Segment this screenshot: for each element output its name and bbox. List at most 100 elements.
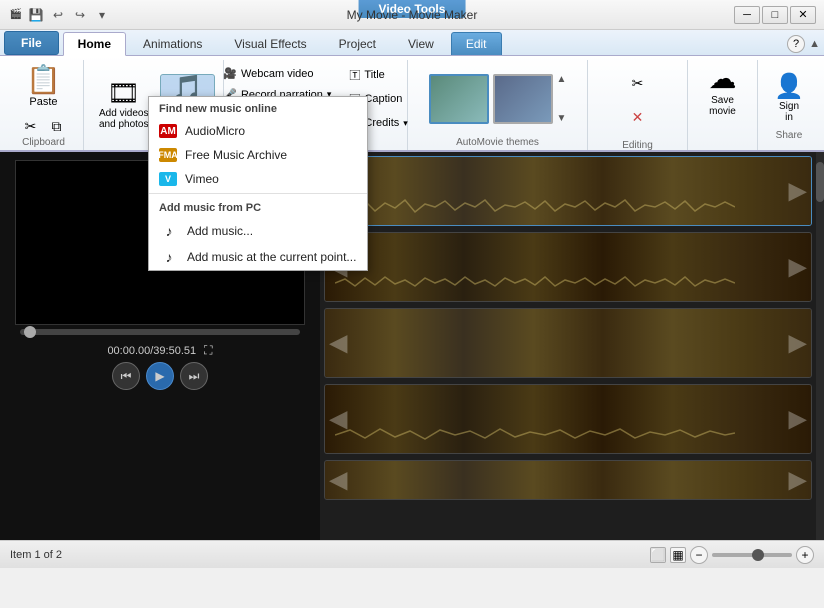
share-section: 👤 Sign in Share — [758, 60, 820, 150]
theme-1[interactable] — [429, 74, 489, 124]
track-bg-5 — [325, 461, 811, 499]
add-music-current-icon: ♪ — [159, 249, 179, 265]
play-btn[interactable]: ▶ — [146, 362, 174, 390]
timeline-track-2[interactable]: ◀ ▶ — [324, 232, 812, 302]
time-text: 00:00.00/39:50.51 — [107, 345, 196, 357]
credits-label: Credits — [364, 117, 399, 129]
zoom-in-btn[interactable]: + — [796, 546, 814, 564]
timeline-track-5[interactable]: ◀ ▶ — [324, 460, 812, 500]
free-music-archive-item[interactable]: FMA Free Music Archive — [149, 143, 367, 167]
save-group: ☁ Save movie — [688, 60, 758, 150]
sign-in-btn[interactable]: 👤 Sign in — [764, 68, 814, 130]
fullscreen-icon[interactable]: ⛶ — [204, 343, 212, 358]
editing-section: ✂ ✕ Editing — [588, 60, 688, 150]
minimize-btn[interactable]: ─ — [734, 6, 760, 24]
fma-icon: FMA — [159, 148, 177, 162]
audiomicro-item[interactable]: AM AudioMicro — [149, 119, 367, 143]
seek-bar[interactable] — [20, 329, 300, 335]
tab-edit[interactable]: Edit — [451, 32, 502, 55]
paste-label: Paste — [29, 96, 57, 108]
sign-in-label: Sign in — [779, 101, 799, 123]
cut-btn[interactable]: ✂ — [19, 115, 43, 137]
add-music-small-icon: ♪ — [159, 223, 179, 239]
add-videos-label: Add videos and photos — [99, 108, 149, 130]
fma-label: Free Music Archive — [185, 148, 287, 162]
editing-buttons: ✂ ✕ — [623, 60, 653, 140]
themes-scroll-down[interactable]: ▼ — [557, 113, 567, 124]
tab-file[interactable]: File — [4, 31, 59, 55]
close-btn[interactable]: ✕ — [790, 6, 816, 24]
tab-view[interactable]: View — [393, 32, 449, 55]
seek-thumb[interactable] — [24, 326, 36, 338]
title-icon-small: 🅃 — [349, 67, 360, 83]
maximize-btn[interactable]: □ — [762, 6, 788, 24]
save-qat-btn[interactable]: 💾 — [26, 6, 46, 24]
sign-in-icon: 👤 — [774, 75, 804, 99]
track-bg-3 — [325, 309, 811, 377]
tab-visual-effects[interactable]: Visual Effects — [219, 32, 321, 55]
quick-access-toolbar: 🎬 💾 ↩ ↪ ▾ — [8, 6, 112, 24]
next-frame-btn[interactable]: ⏭ — [180, 362, 208, 390]
webcam-video-btn[interactable]: 🎥 Webcam video — [216, 64, 338, 83]
add-music-current-point-item[interactable]: ♪ Add music at the current point... — [149, 244, 367, 270]
paste-button[interactable]: 📋 Paste — [17, 60, 70, 113]
ribbon: 📋 Paste ✂ ⧉ Clipboard 🎞 Add videos and p… — [0, 56, 824, 152]
tab-home[interactable]: Home — [63, 32, 126, 56]
vimeo-item[interactable]: V Vimeo — [149, 167, 367, 191]
save-movie-btn[interactable]: ☁ Save movie — [698, 60, 748, 122]
qat-dropdown[interactable]: ▾ — [92, 6, 112, 24]
monitor-small-icon[interactable]: ▦ — [670, 547, 686, 563]
redo-btn[interactable]: ↪ — [70, 6, 90, 24]
tab-animations[interactable]: Animations — [128, 32, 217, 55]
clipboard-group: 📋 Paste ✂ ⧉ Clipboard — [4, 60, 84, 150]
monitor-icon[interactable]: ⬜ — [650, 547, 666, 563]
arrow-left-3: ◀ — [329, 329, 347, 358]
credits-dropdown-arrow: ▾ — [403, 118, 408, 129]
paste-icon: 📋 — [26, 66, 61, 94]
timeline-track-3[interactable]: ◀ ▶ — [324, 308, 812, 378]
tab-project[interactable]: Project — [324, 32, 391, 55]
theme-2[interactable] — [493, 74, 553, 124]
dropdown-separator — [149, 193, 367, 194]
undo-btn[interactable]: ↩ — [48, 6, 68, 24]
themes-row: ▲ ▼ — [429, 60, 567, 137]
title-bar: 🎬 💾 ↩ ↪ ▾ Video Tools My Movie - Movie M… — [0, 0, 824, 30]
delete-btn[interactable]: ✕ — [623, 102, 653, 132]
vimeo-label: Vimeo — [185, 172, 219, 186]
main-area: 00:00.00/39:50.51 ⛶ ⏮ ▶ ⏭ ◀ ▶ ◀ ▶ — [0, 152, 824, 540]
zoom-controls: ⬜ ▦ − + — [650, 546, 814, 564]
time-display: 00:00.00/39:50.51 ⛶ — [107, 343, 212, 358]
arrow-right-3: ▶ — [789, 329, 807, 358]
trim-btn[interactable]: ✂ — [623, 68, 653, 98]
help-btn[interactable]: ? — [787, 35, 805, 53]
arrow-right-1: ▶ — [789, 177, 807, 206]
window-controls: ─ □ ✕ — [734, 6, 816, 24]
help-expand-btn[interactable]: ▲ — [809, 38, 820, 50]
scrollbar-thumb[interactable] — [816, 162, 824, 202]
status-text: Item 1 of 2 — [10, 549, 62, 561]
timeline-track-4[interactable]: ◀ ▶ — [324, 384, 812, 454]
themes-scroll-up[interactable]: ▲ — [557, 74, 567, 85]
zoom-slider[interactable] — [712, 553, 792, 557]
ribbon-tabs: File Home Animations Visual Effects Proj… — [0, 30, 824, 56]
title-btn[interactable]: 🅃 Title — [342, 64, 414, 86]
zoom-out-btn[interactable]: − — [690, 546, 708, 564]
find-music-label: Find new music online — [149, 97, 367, 119]
status-bar: Item 1 of 2 ⬜ ▦ − + — [0, 540, 824, 568]
add-music-item[interactable]: ♪ Add music... — [149, 218, 367, 244]
save-movie-icon: ☁ — [709, 65, 737, 93]
copy-btn[interactable]: ⧉ — [45, 115, 69, 137]
app-icon: 🎬 — [8, 7, 24, 23]
timeline-scrollbar[interactable] — [816, 152, 824, 540]
prev-frame-btn[interactable]: ⏮ — [112, 362, 140, 390]
timeline[interactable]: ◀ ▶ ◀ ▶ ◀ ▶ ◀ ▶ — [320, 152, 816, 540]
zoom-slider-thumb[interactable] — [752, 549, 764, 561]
add-videos-icon: 🎞 — [107, 80, 140, 106]
caption-label: Caption — [364, 93, 402, 105]
arrow-right-4: ▶ — [789, 405, 807, 434]
vimeo-icon: V — [159, 172, 177, 186]
add-music-dropdown: Find new music online AM AudioMicro FMA … — [148, 96, 368, 271]
arrow-right-5: ▶ — [789, 466, 807, 495]
timeline-track-1[interactable]: ◀ ▶ — [324, 156, 812, 226]
title-label: Title — [364, 69, 384, 81]
